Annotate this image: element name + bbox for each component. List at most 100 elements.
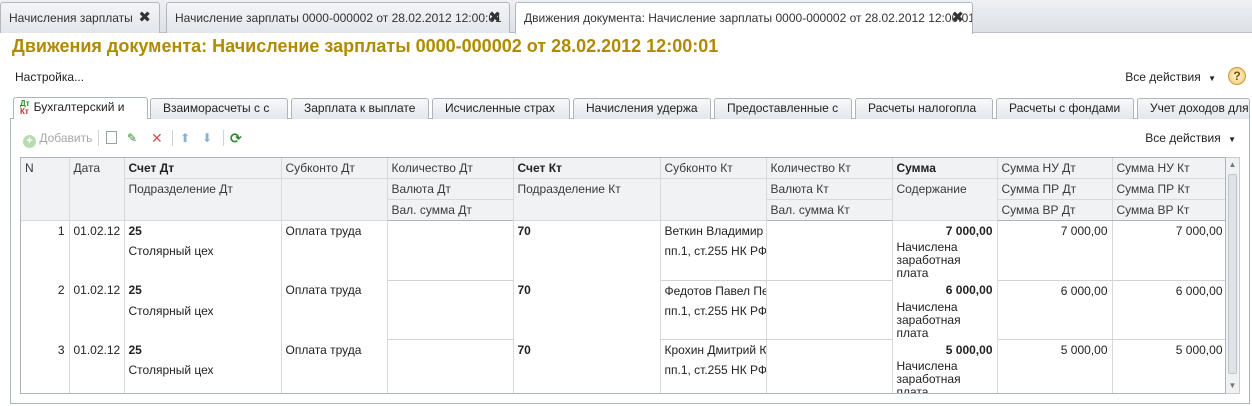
tab-accruals[interactable]: Начисления удержа [573, 98, 711, 119]
cell-subk-dt: Оплата труда [281, 280, 388, 301]
table-row[interactable]: 1 01.02.12 25 Оплата труда 70 Веткин Вла… [21, 220, 1225, 280]
move-up-button[interactable]: ⬆ [180, 128, 190, 148]
scroll-up-icon[interactable]: ▲ [1226, 158, 1239, 172]
arrow-up-icon: ⬆ [180, 131, 191, 145]
cell-date: 01.02.12 [69, 280, 125, 340]
table-row[interactable]: 2 01.02.12 25 Оплата труда 70 Федотов Па… [21, 280, 1225, 340]
col-header-cur-dt[interactable]: Валюта Дт [387, 178, 514, 200]
table-all-actions-menu[interactable]: Все действия ▼ [1145, 128, 1236, 148]
col-header-vr-dt[interactable]: Сумма ВР Дт [997, 199, 1113, 221]
cell-nu-kt: 6 000,00 [1112, 280, 1225, 301]
toolbar-divider [172, 130, 173, 146]
col-header-vr-kt[interactable]: Сумма ВР Кт [1112, 199, 1225, 221]
cell-subk-kt-2: пп.1, ст.255 НК РФ [660, 360, 767, 382]
tab-income[interactable]: Учет доходов для ис [1137, 98, 1250, 119]
col-header-date[interactable]: Дата [69, 158, 125, 221]
edit-button[interactable]: ✎ [127, 128, 137, 148]
window-tab-salary-doc[interactable]: Начисление зарплаты 0000-000002 от 28.02… [166, 2, 510, 33]
tab-funds[interactable]: Расчеты с фондами [996, 98, 1134, 119]
debit-credit-icon: Дт Кт [20, 98, 30, 116]
tab-label: Зарплата к выплате [304, 101, 416, 115]
col-header-dept-kt[interactable]: Подразделение Кт [513, 178, 661, 221]
cell-acc-dt: 25 [124, 220, 282, 241]
col-header-n[interactable]: N [21, 158, 70, 221]
cell-date: 01.02.12 [69, 220, 125, 280]
col-header-pr-dt[interactable]: Сумма ПР Дт [997, 178, 1113, 200]
tab-provided[interactable]: Предоставленные с [714, 98, 852, 119]
cell-dept-dt: Столярный цех [124, 300, 282, 340]
cell-subk-kt: Федотов Павел Пе [660, 280, 767, 301]
delete-button[interactable]: ✕ [151, 128, 163, 148]
tab-label: Расчеты налогопла [868, 101, 977, 115]
refresh-icon: ⟳ [230, 130, 242, 146]
toolbar-divider [98, 130, 99, 146]
scroll-down-icon[interactable]: ▼ [1226, 379, 1239, 393]
col-header-qty-kt[interactable]: Количество Кт [766, 158, 893, 179]
tab-insurance[interactable]: Исчисленные страх [432, 98, 570, 119]
cell-content: Начислена заработная плата [892, 300, 998, 340]
cell-sum: 5 000,00 [892, 339, 998, 360]
col-header-acc-kt[interactable]: Счет Кт [513, 158, 661, 179]
window-tab-doc-movements[interactable]: Движения документа: Начисление зарплаты … [515, 2, 973, 34]
cell-sum: 7 000,00 [892, 220, 998, 241]
col-header-nu-dt[interactable]: Сумма НУ Дт [997, 158, 1113, 179]
cell-content: Начислена заработная плата [892, 360, 998, 393]
close-icon[interactable]: ✖ [488, 3, 501, 33]
col-header-pr-kt[interactable]: Сумма ПР Кт [1112, 178, 1225, 200]
col-header-sum[interactable]: Сумма [892, 158, 998, 179]
vertical-scrollbar[interactable]: ▲ ▼ [1226, 157, 1240, 394]
help-icon[interactable]: ? [1228, 67, 1246, 85]
tab-taxpayer[interactable]: Расчеты налогопла [855, 98, 993, 119]
delete-x-icon: ✕ [151, 130, 163, 146]
window-tab-salary-list[interactable]: Начисления зарплаты ✖ [0, 2, 160, 33]
tab-settlements[interactable]: Взаиморасчеты с с [150, 98, 288, 119]
col-header-cursum-dt[interactable]: Вал. сумма Дт [387, 199, 514, 221]
col-header-nu-kt[interactable]: Сумма НУ Кт [1112, 158, 1225, 179]
move-down-button[interactable]: ⬇ [202, 128, 212, 148]
cell-n: 1 [21, 220, 70, 280]
tab-label: Учет доходов для ис [1150, 101, 1249, 115]
all-actions-label: Все действия [1125, 70, 1201, 84]
cell-sum: 6 000,00 [892, 280, 998, 301]
cell-nu-dt: 5 000,00 [997, 339, 1113, 360]
add-button-label: Добавить [39, 131, 93, 145]
all-actions-menu[interactable]: Все действия ▼ [1125, 70, 1216, 84]
col-header-blank [281, 178, 388, 221]
window-tab-label: Начисление зарплаты 0000-000002 от 28.02… [175, 11, 502, 25]
cell-acc-dt: 25 [124, 339, 282, 360]
tab-salary-payout[interactable]: Зарплата к выплате [291, 98, 429, 119]
col-header-qty-dt[interactable]: Количество Дт [387, 158, 514, 179]
tab-label: Бухгалтерский и [33, 100, 125, 114]
dropdown-arrow-icon: ▼ [1208, 74, 1216, 83]
cell-acc-dt: 25 [124, 280, 282, 301]
table-toolbar: + Добавить ✎ ✕ ⬆ ⬇ ⟳ Все действия ▼ [10, 126, 1250, 150]
col-header-cur-kt[interactable]: Валюта Кт [766, 178, 893, 200]
toolbar-divider [223, 130, 224, 146]
cell-n: 2 [21, 280, 70, 340]
window-tab-label: Начисления зарплаты [9, 11, 133, 25]
cell-date: 01.02.12 [69, 339, 125, 393]
refresh-button[interactable]: ⟳ [230, 128, 242, 148]
col-header-acc-dt[interactable]: Счет Дт [124, 158, 282, 179]
movements-table[interactable]: N Дата Счет Дт Субконто Дт Количество Дт… [20, 157, 1226, 394]
table-row[interactable]: 3 01.02.12 25 Оплата труда 70 Крохин Дми… [21, 339, 1225, 393]
copy-icon [106, 131, 117, 144]
tab-label: Взаиморасчеты с с [163, 101, 270, 115]
col-header-cursum-kt[interactable]: Вал. сумма Кт [766, 199, 893, 221]
close-icon[interactable]: ✖ [138, 3, 151, 33]
scroll-thumb[interactable] [1228, 174, 1237, 374]
cell-acc-kt: 70 [513, 339, 661, 360]
settings-link[interactable]: Настройка... [15, 70, 84, 84]
copy-button[interactable] [106, 128, 117, 148]
cell-n: 3 [21, 339, 70, 393]
col-header-subk-dt[interactable]: Субконто Дт [281, 158, 388, 179]
cell-subk-kt: Крохин Дмитрий Ю [660, 339, 767, 360]
col-header-dept-dt[interactable]: Подразделение Дт [124, 178, 282, 221]
col-header-content[interactable]: Содержание [892, 178, 998, 221]
close-icon[interactable]: ✖ [951, 3, 964, 33]
col-header-subk-kt[interactable]: Субконто Кт [660, 158, 767, 179]
add-button[interactable]: + Добавить [23, 128, 92, 148]
cell-subk-dt: Оплата труда [281, 220, 388, 241]
tab-accounting[interactable]: Дт Кт Бухгалтерский и [13, 97, 148, 119]
dropdown-arrow-icon: ▼ [1228, 135, 1236, 144]
